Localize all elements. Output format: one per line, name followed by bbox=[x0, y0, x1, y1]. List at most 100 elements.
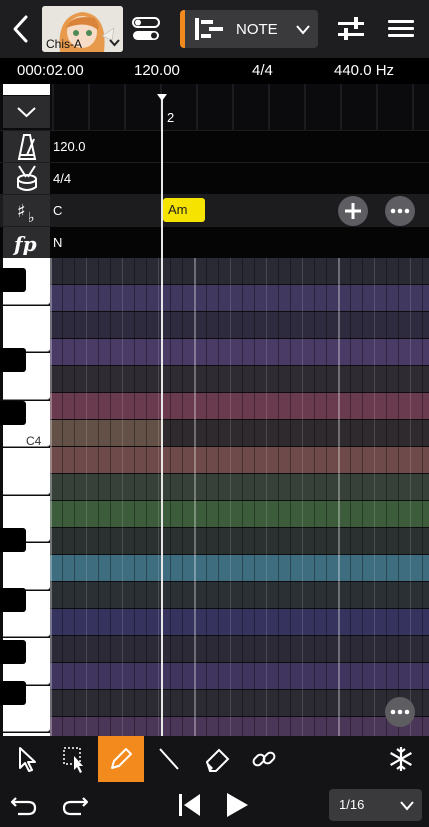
more-options-button[interactable] bbox=[385, 697, 415, 727]
grid-line bbox=[122, 258, 123, 736]
pitch-lane[interactable] bbox=[50, 447, 429, 473]
note-grid-icon bbox=[195, 18, 225, 45]
chevron-down-icon bbox=[400, 798, 414, 816]
svg-text:♯: ♯ bbox=[17, 201, 26, 222]
svg-text:fp: fp bbox=[12, 232, 37, 256]
play-icon[interactable] bbox=[220, 788, 256, 822]
pitch-lane[interactable] bbox=[50, 663, 429, 689]
ellipsis-icon bbox=[390, 208, 410, 214]
grid-line bbox=[338, 258, 340, 736]
more-options-button[interactable] bbox=[385, 196, 415, 226]
grid-line bbox=[254, 258, 255, 736]
key-label-c4: C4 bbox=[26, 434, 42, 448]
grid-line bbox=[422, 258, 423, 736]
grid-line bbox=[146, 258, 147, 736]
pitch-lane[interactable] bbox=[50, 285, 429, 311]
skip-to-start-icon[interactable] bbox=[172, 788, 208, 822]
toggle-switch-icon[interactable] bbox=[132, 17, 160, 41]
ellipsis-icon bbox=[390, 709, 410, 715]
time-signature-readout[interactable]: 4/4 bbox=[252, 62, 273, 79]
quantize-value: 1/16 bbox=[339, 797, 365, 812]
pitch-lane[interactable] bbox=[50, 636, 429, 662]
dynamics-track[interactable]: fp N bbox=[0, 226, 429, 258]
white-key[interactable] bbox=[3, 305, 50, 352]
pitch-lane[interactable] bbox=[50, 690, 429, 716]
mode-select[interactable]: NOTE bbox=[180, 10, 318, 48]
pitch-lane[interactable] bbox=[50, 474, 429, 500]
grid-line bbox=[290, 258, 291, 736]
grid-line bbox=[266, 258, 267, 736]
select-arrow-icon[interactable] bbox=[5, 736, 51, 782]
grid-line bbox=[314, 258, 315, 736]
ruler-corner bbox=[3, 84, 50, 95]
chord-block[interactable]: Am bbox=[163, 198, 205, 222]
singer-avatar[interactable]: Chis-A bbox=[42, 6, 123, 52]
meter-track[interactable]: 4/4 bbox=[0, 162, 429, 194]
line-icon[interactable] bbox=[146, 736, 192, 782]
dynamics-track-value: N bbox=[53, 235, 63, 250]
grid-line bbox=[386, 258, 387, 736]
pitch-lane[interactable] bbox=[50, 609, 429, 635]
add-chord-button[interactable] bbox=[338, 196, 368, 226]
collapse-tracks-button[interactable] bbox=[3, 96, 50, 128]
quantize-select[interactable]: 1/16 bbox=[329, 789, 422, 821]
pitch-lane[interactable] bbox=[50, 393, 429, 419]
timeline-ruler[interactable]: 2 bbox=[0, 84, 429, 130]
pitch-lane[interactable] bbox=[50, 258, 429, 284]
measure-number: 2 bbox=[167, 110, 175, 125]
black-key[interactable] bbox=[0, 401, 26, 425]
black-key[interactable] bbox=[0, 681, 26, 705]
ruler-ticks bbox=[52, 84, 414, 130]
status-bar: 000:02.00 120.00 4/4 440.0 Hz bbox=[0, 58, 429, 84]
black-key[interactable] bbox=[0, 268, 26, 292]
piano-roll[interactable]: C4 bbox=[0, 258, 429, 736]
eraser-icon[interactable] bbox=[195, 736, 241, 782]
back-button[interactable] bbox=[6, 12, 36, 46]
pitch-lane[interactable] bbox=[50, 582, 429, 608]
hamburger-menu-icon[interactable] bbox=[386, 14, 416, 44]
redo-icon[interactable] bbox=[57, 788, 93, 822]
black-key[interactable] bbox=[0, 640, 26, 664]
tempo-readout[interactable]: 120.00 bbox=[134, 62, 180, 79]
pitch-reference-readout[interactable]: 440.0 Hz bbox=[334, 62, 394, 79]
playback-position[interactable]: 000:02.00 bbox=[17, 62, 84, 79]
meter-track-value: 4/4 bbox=[53, 171, 72, 186]
pitch-lane[interactable] bbox=[50, 501, 429, 527]
pitch-lane[interactable] bbox=[50, 366, 429, 392]
grid-line bbox=[194, 258, 196, 736]
grid-line bbox=[326, 258, 327, 736]
grid-line bbox=[62, 258, 63, 736]
tempo-track[interactable]: 120.0 bbox=[0, 130, 429, 162]
pitch-lane[interactable] bbox=[50, 528, 429, 554]
grid-line bbox=[86, 258, 87, 736]
pitch-lane[interactable] bbox=[50, 312, 429, 338]
mode-label: NOTE bbox=[236, 21, 278, 38]
sharp-flat-icon: ♯ ♭ bbox=[3, 195, 50, 226]
edit-toolbar bbox=[0, 736, 429, 782]
grid-line bbox=[134, 258, 135, 736]
white-key[interactable] bbox=[3, 448, 50, 495]
undo-icon[interactable] bbox=[6, 788, 42, 822]
pencil-icon[interactable] bbox=[98, 736, 144, 782]
playhead-marker[interactable] bbox=[157, 94, 167, 101]
drum-icon bbox=[3, 163, 50, 194]
piano-keyboard[interactable]: C4 bbox=[0, 258, 50, 736]
snowflake-icon[interactable] bbox=[378, 736, 424, 782]
mixer-sliders-icon[interactable] bbox=[336, 14, 366, 44]
svg-text:♭: ♭ bbox=[28, 210, 35, 226]
pitch-lane[interactable] bbox=[50, 717, 429, 736]
black-key[interactable] bbox=[0, 588, 26, 612]
note-grid[interactable] bbox=[50, 258, 429, 736]
grid-line bbox=[110, 258, 111, 736]
grid-line bbox=[242, 258, 243, 736]
chevron-down-icon bbox=[109, 39, 120, 50]
grid-line bbox=[302, 258, 303, 736]
key-chord-track[interactable]: ♯ ♭ C Am bbox=[0, 194, 429, 226]
black-key[interactable] bbox=[0, 528, 26, 552]
link-icon[interactable] bbox=[241, 736, 287, 782]
range-select-icon[interactable] bbox=[52, 736, 98, 782]
black-key[interactable] bbox=[0, 348, 26, 372]
pitch-lane[interactable] bbox=[50, 555, 429, 581]
playhead[interactable] bbox=[161, 94, 163, 736]
pitch-lane[interactable] bbox=[50, 339, 429, 365]
